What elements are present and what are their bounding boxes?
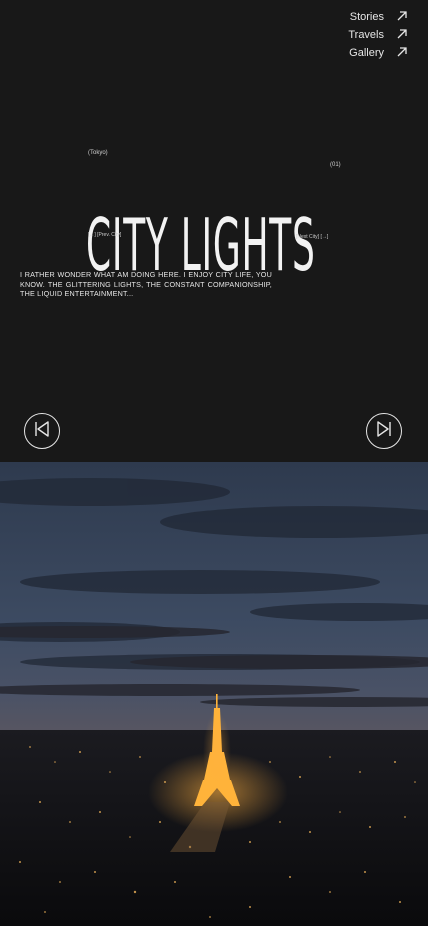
nav-link-stories[interactable]: Stories <box>298 8 408 26</box>
arrow-up-right-icon <box>396 46 408 61</box>
next-city-link[interactable]: [Next City] [→] <box>296 234 328 240</box>
nav-link-label: Gallery <box>349 47 384 59</box>
previous-button[interactable] <box>24 413 60 449</box>
nav-link-gallery[interactable]: Gallery <box>298 44 408 62</box>
hero-photo <box>0 462 428 926</box>
city-index: (01) <box>330 162 341 168</box>
top-nav: Stories Travels Gallery <box>298 8 408 62</box>
arrow-up-right-icon <box>396 10 408 25</box>
arrow-up-right-icon <box>396 28 408 43</box>
nav-link-label: Travels <box>348 29 384 41</box>
nav-link-travels[interactable]: Travels <box>298 26 408 44</box>
skip-forward-icon <box>374 419 394 444</box>
city-name: (Tokyo) <box>88 150 108 156</box>
prev-city-link[interactable]: [←] [Prev. City] <box>88 232 121 238</box>
nav-link-label: Stories <box>349 11 384 23</box>
intro-text: I RATHER WONDER WHAT AM DOING HERE. I EN… <box>20 270 272 299</box>
eiffel-tower-night-image <box>0 462 428 926</box>
skip-back-icon <box>32 419 52 444</box>
next-button[interactable] <box>366 413 402 449</box>
